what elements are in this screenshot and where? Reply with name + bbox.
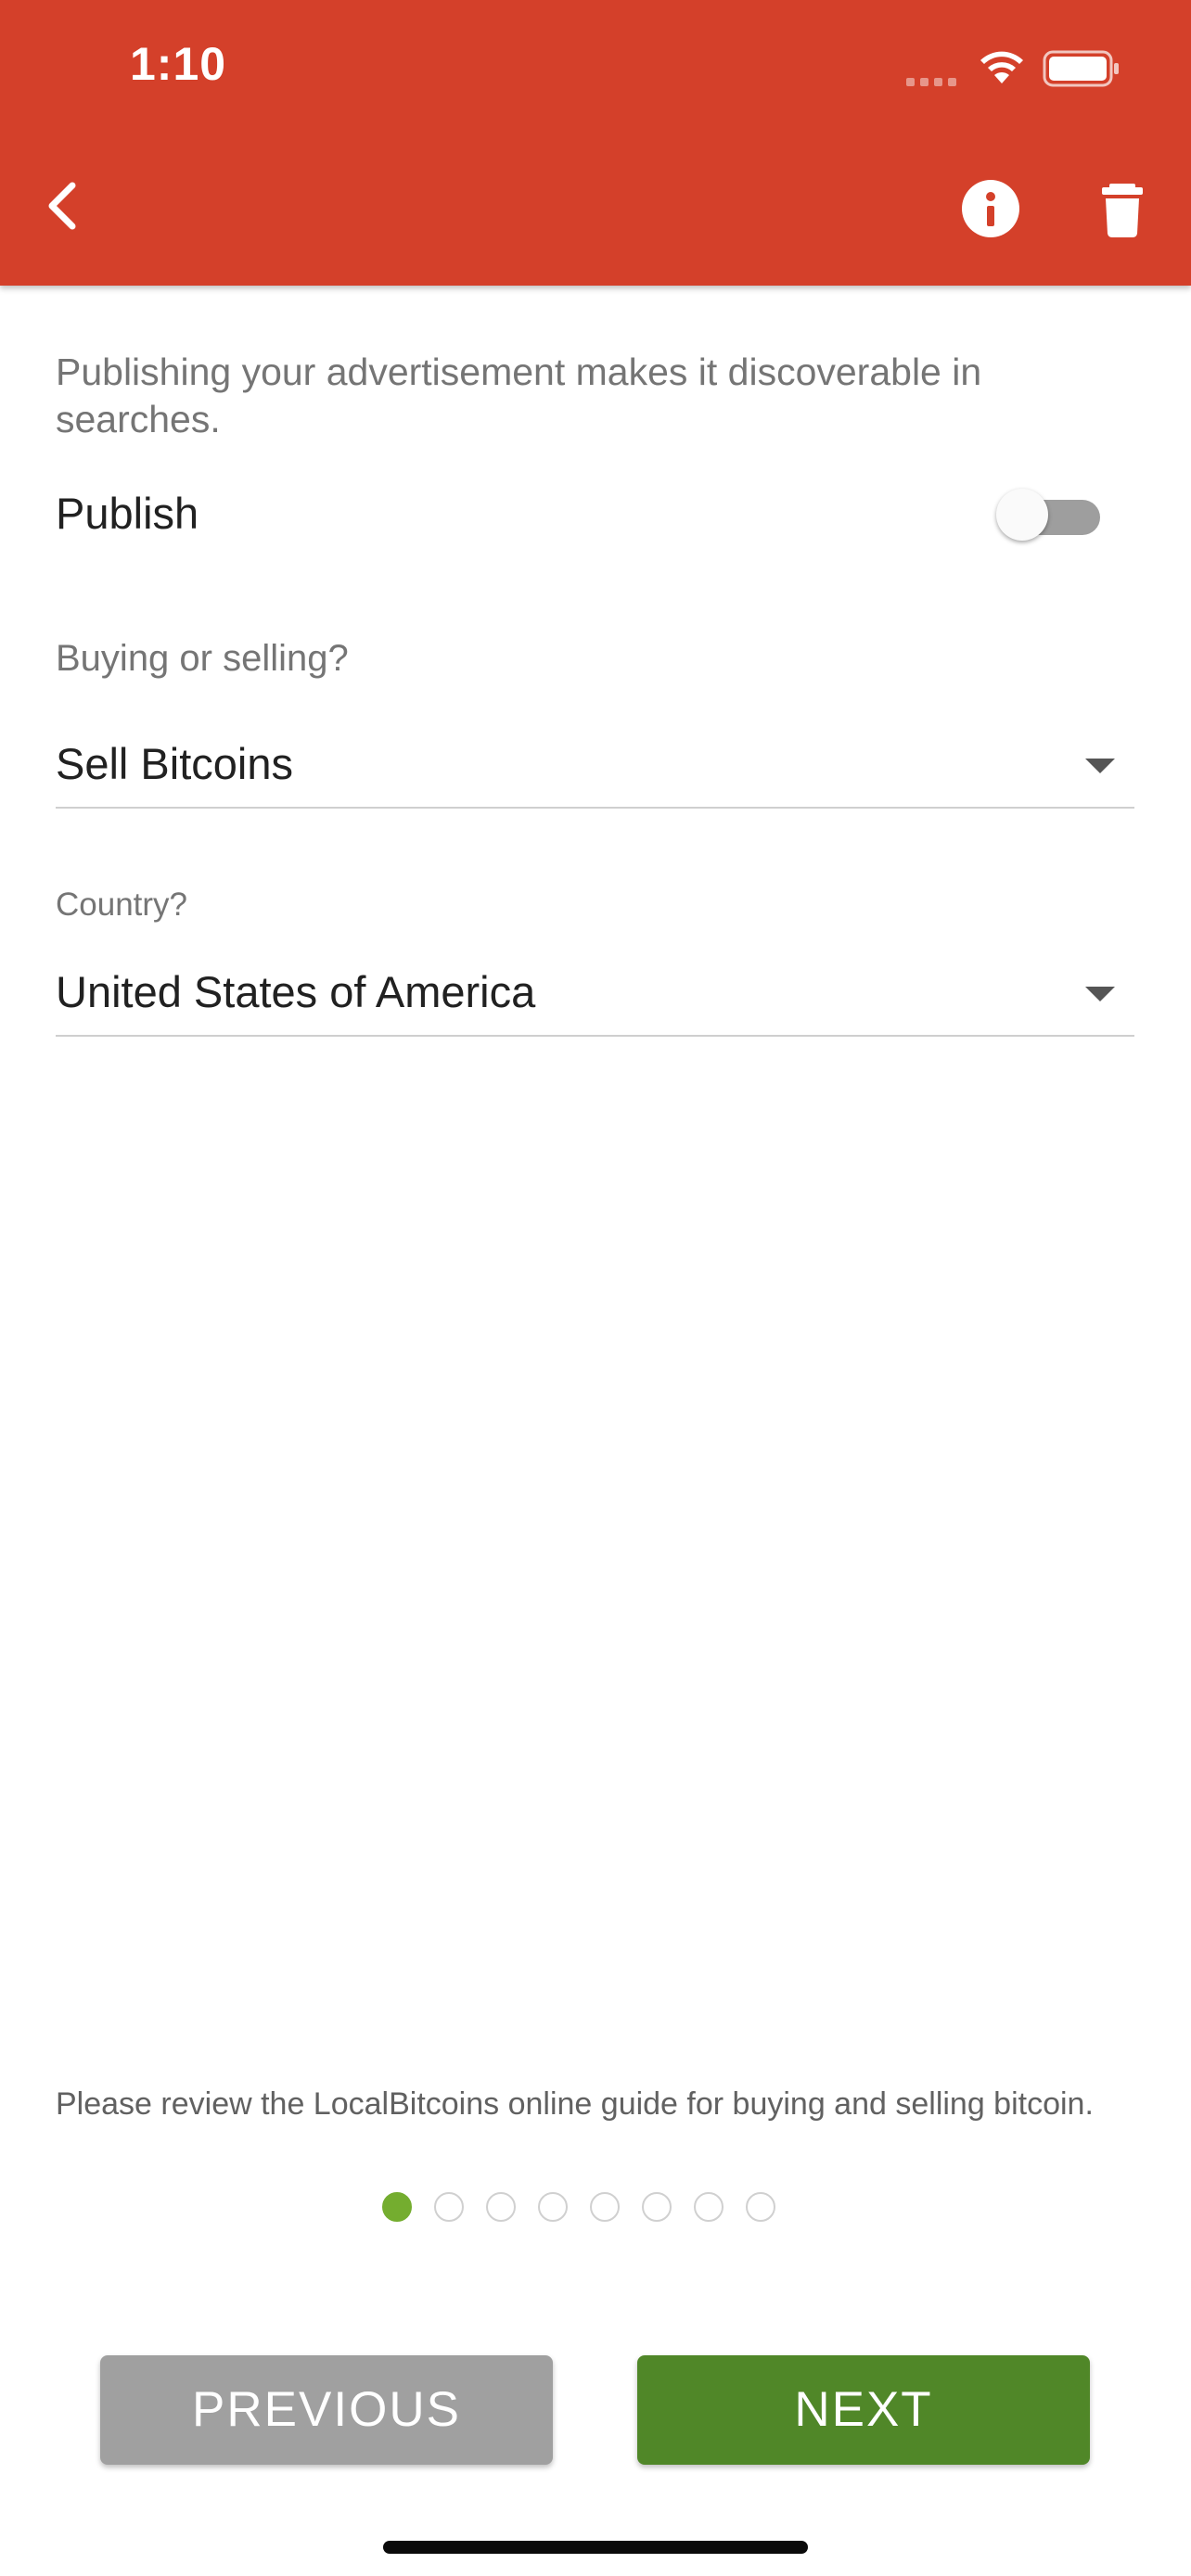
step-dot-3 xyxy=(486,2192,516,2222)
country-underline xyxy=(56,1035,1134,1037)
battery-icon xyxy=(1043,50,1119,87)
cellular-signal-icon xyxy=(906,74,962,91)
step-dot-4 xyxy=(538,2192,568,2222)
info-circle-icon xyxy=(962,180,1019,237)
trade-type-underline xyxy=(56,807,1134,809)
back-button[interactable] xyxy=(30,172,96,239)
next-button[interactable]: NEXT xyxy=(637,2355,1090,2465)
home-indicator xyxy=(383,2541,808,2554)
publish-label: Publish xyxy=(56,489,199,538)
chevron-down-icon[interactable] xyxy=(1085,987,1115,1001)
app-header: 1:10 xyxy=(0,0,1191,286)
step-dot-7 xyxy=(694,2192,724,2222)
guide-text: Please review the LocalBitcoins online g… xyxy=(56,2086,1094,2122)
step-dot-5 xyxy=(590,2192,620,2222)
publish-description: Publishing your advertisement makes it d… xyxy=(56,351,982,440)
status-time: 1:10 xyxy=(130,38,227,90)
country-label: Country? xyxy=(56,886,188,923)
chevron-left-icon xyxy=(48,182,76,230)
toggle-thumb[interactable] xyxy=(996,489,1048,541)
trade-type-label: Buying or selling? xyxy=(56,638,349,679)
step-indicator xyxy=(382,2192,775,2222)
chevron-down-icon[interactable] xyxy=(1085,759,1115,773)
step-dot-2 xyxy=(434,2192,464,2222)
previous-button[interactable]: PREVIOUS xyxy=(100,2355,553,2465)
step-dot-1 xyxy=(382,2192,412,2222)
step-dot-6 xyxy=(642,2192,672,2222)
info-button[interactable] xyxy=(957,180,1024,247)
trade-type-value[interactable]: Sell Bitcoins xyxy=(56,738,293,789)
publish-toggle[interactable] xyxy=(996,489,1100,541)
trash-icon xyxy=(1102,184,1143,237)
delete-button[interactable] xyxy=(1093,180,1159,247)
country-value[interactable]: United States of America xyxy=(56,966,535,1017)
step-dot-8 xyxy=(746,2192,775,2222)
wifi-icon xyxy=(980,51,1023,83)
